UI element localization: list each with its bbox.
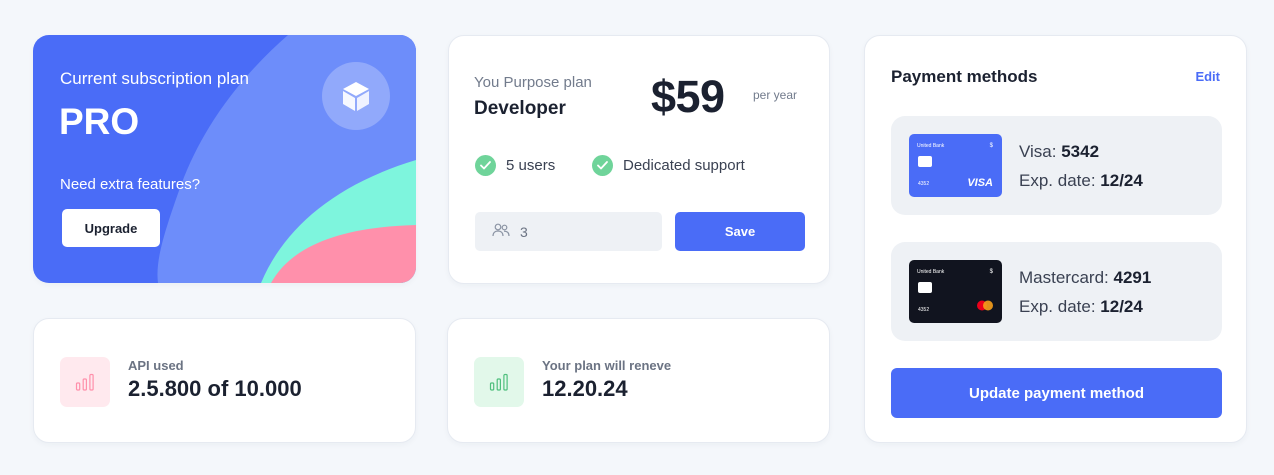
- card-type-label: Mastercard:: [1019, 268, 1114, 287]
- card-number: 4352: [918, 307, 930, 313]
- renewal-card: Your plan will reneve 12.20.24: [447, 318, 830, 443]
- card-currency: $: [989, 143, 993, 149]
- mastercard-logo-icon: [976, 298, 994, 316]
- api-usage-card: API used 2.5.800 of 10.000: [33, 318, 416, 443]
- renewal-date: 12.20.24: [542, 376, 628, 401]
- api-usage-label: API used: [128, 358, 184, 373]
- users-icon: [492, 223, 510, 240]
- bar-chart-icon: [60, 357, 110, 407]
- card-type-label: Visa:: [1019, 142, 1062, 161]
- exp-value: 12/24: [1100, 171, 1143, 190]
- bar-chart-icon: [474, 357, 524, 407]
- feature-item: Dedicated support: [592, 155, 745, 176]
- plan-card: You Purpose plan Developer $59 per year …: [448, 35, 830, 284]
- card-bank-name: United Bank: [917, 269, 945, 275]
- exp-label: Exp. date:: [1019, 297, 1101, 316]
- card-exp-line: Exp. date: 12/24: [1019, 171, 1143, 191]
- users-count-value: 3: [520, 223, 528, 240]
- visa-card-image: United Bank $ 4352 VISA: [909, 134, 1002, 197]
- api-usage-value: 2.5.800 of 10.000: [128, 376, 302, 401]
- extra-features-prompt: Need extra features?: [60, 176, 201, 193]
- exp-label: Exp. date:: [1019, 171, 1101, 190]
- card-currency: $: [989, 269, 993, 275]
- card-chip-icon: [918, 156, 932, 167]
- feature-label: Dedicated support: [623, 157, 745, 174]
- card-exp-line: Exp. date: 12/24: [1019, 297, 1143, 317]
- check-icon: [592, 155, 613, 176]
- subscription-heading: Current subscription plan: [60, 69, 249, 88]
- payment-method-mastercard[interactable]: United Bank $ 4352 Mastercard: 4291 Exp.…: [891, 242, 1222, 341]
- card-number-value: 5342: [1061, 142, 1100, 161]
- plan-name: Developer: [474, 98, 566, 119]
- exp-value: 12/24: [1100, 297, 1143, 316]
- edit-link[interactable]: Edit: [1195, 69, 1220, 84]
- purpose-label: You Purpose plan: [474, 74, 592, 91]
- cube-icon: [322, 62, 390, 130]
- payment-method-visa[interactable]: United Bank $ 4352 VISA Visa: 5342 Exp. …: [891, 116, 1222, 215]
- upgrade-button[interactable]: Upgrade: [62, 209, 160, 247]
- visa-logo: VISA: [967, 177, 993, 189]
- update-payment-method-button[interactable]: Update payment method: [891, 368, 1222, 418]
- card-number-value: 4291: [1113, 268, 1152, 287]
- card-number: 4352: [918, 181, 930, 187]
- plan-period: per year: [753, 88, 798, 102]
- plan-price: $59: [651, 71, 725, 122]
- feature-item: 5 users: [475, 155, 555, 176]
- card-type-line: Mastercard: 4291: [1019, 268, 1151, 288]
- subscription-card: Current subscription plan PRO Need extra…: [33, 35, 416, 283]
- payment-methods-title: Payment methods: [891, 67, 1038, 86]
- save-button[interactable]: Save: [675, 212, 805, 251]
- card-bank-name: United Bank: [917, 143, 945, 149]
- users-count-input[interactable]: 3: [475, 212, 662, 251]
- feature-label: 5 users: [506, 157, 556, 174]
- payment-methods-card: Payment methods Edit United Bank $ 4352 …: [864, 35, 1247, 443]
- card-chip-icon: [918, 282, 932, 293]
- renewal-label: Your plan will reneve: [542, 358, 672, 373]
- mastercard-card-image: United Bank $ 4352: [909, 260, 1002, 323]
- card-type-line: Visa: 5342: [1019, 142, 1099, 162]
- plan-tier: PRO: [59, 101, 140, 142]
- check-icon: [475, 155, 496, 176]
